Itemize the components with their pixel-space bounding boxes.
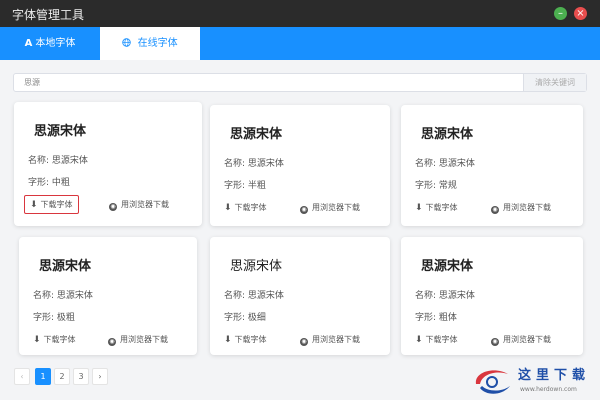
browser-icon: ◉ [491, 338, 499, 346]
browser-download-button[interactable]: ◉ 用浏览器下载 [491, 334, 551, 346]
download-icon: ⬇ [415, 203, 423, 213]
font-weight-row: 字形: 极细 [224, 313, 266, 323]
clear-keyword-button[interactable]: 清除关键词 [523, 74, 586, 91]
font-name-heading: 思源宋体 [230, 127, 283, 142]
browser-download-button[interactable]: ◉ 用浏览器下载 [491, 202, 551, 214]
download-font-button[interactable]: ⬇ 下载字体 [415, 334, 458, 345]
tab-local-fonts[interactable]: A 本地字体 [0, 27, 100, 60]
browser-download-button[interactable]: ◉ 用浏览器下载 [109, 199, 169, 211]
minimize-button[interactable]: – [554, 7, 567, 20]
download-label: 下载字体 [425, 335, 458, 344]
search-bar: 清除关键词 [13, 73, 587, 92]
close-button[interactable]: × [574, 7, 587, 20]
download-icon: ⬇ [415, 335, 423, 345]
font-card: 思源宋体 名称: 思源宋体 字形: 粗体 ⬇ 下载字体 ◉ 用浏览器下载 [401, 237, 583, 355]
title-bar: 字体管理工具 – × [0, 0, 600, 27]
font-weight-row: 字形: 中粗 [28, 178, 70, 188]
browser-icon: ◉ [108, 338, 116, 346]
download-icon: ⬇ [33, 335, 41, 345]
prev-page-button[interactable]: ‹ [14, 368, 30, 385]
browser-label: 用浏览器下载 [312, 203, 360, 212]
window-title: 字体管理工具 [12, 8, 85, 22]
browser-label: 用浏览器下载 [121, 200, 169, 209]
font-name-row: 名称: 思源宋体 [415, 291, 475, 301]
download-font-button[interactable]: ⬇ 下载字体 [33, 334, 76, 345]
font-name-heading: 思源宋体 [34, 124, 87, 139]
tab-label: 在线字体 [137, 38, 178, 49]
download-label: 下载字体 [234, 203, 267, 212]
font-name-heading: 思源宋体 [230, 259, 283, 274]
font-card: 思源宋体 名称: 思源宋体 字形: 常规 ⬇ 下载字体 ◉ 用浏览器下载 [401, 105, 583, 226]
browser-label: 用浏览器下载 [503, 335, 551, 344]
site-watermark: 这里下载 www.herdown.com [470, 362, 598, 398]
download-icon: ⬇ [224, 335, 232, 345]
browser-label: 用浏览器下载 [312, 335, 360, 344]
download-icon: ⬇ [224, 203, 232, 213]
page-button-1[interactable]: 1 [35, 368, 51, 385]
download-icon: ⬇ [30, 200, 38, 210]
font-card: 思源宋体 名称: 思源宋体 字形: 极粗 ⬇ 下载字体 ◉ 用浏览器下载 [19, 237, 197, 355]
browser-icon: ◉ [300, 206, 308, 214]
font-name-row: 名称: 思源宋体 [224, 291, 284, 301]
font-weight-row: 字形: 极粗 [33, 313, 75, 323]
download-font-button[interactable]: ⬇ 下载字体 [24, 195, 79, 214]
browser-label: 用浏览器下载 [503, 203, 551, 212]
font-card: 思源宋体 名称: 思源宋体 字形: 半粗 ⬇ 下载字体 ◉ 用浏览器下载 [210, 105, 390, 226]
download-font-button[interactable]: ⬇ 下载字体 [415, 202, 458, 213]
page-button-3[interactable]: 3 [73, 368, 89, 385]
font-card: 思源宋体 名称: 思源宋体 字形: 极细 ⬇ 下载字体 ◉ 用浏览器下载 [210, 237, 390, 355]
font-name-row: 名称: 思源宋体 [33, 291, 93, 301]
download-label: 下载字体 [40, 200, 73, 209]
watermark-url: www.herdown.com [520, 386, 577, 393]
next-page-button[interactable]: › [92, 368, 108, 385]
download-label: 下载字体 [425, 203, 458, 212]
watermark-text: 这里下载 [518, 368, 591, 383]
browser-icon: ◉ [300, 338, 308, 346]
globe-icon [122, 38, 134, 49]
font-icon: A [24, 38, 33, 49]
download-label: 下载字体 [234, 335, 267, 344]
tab-label: 本地字体 [35, 38, 76, 49]
browser-icon: ◉ [109, 203, 117, 211]
browser-download-button[interactable]: ◉ 用浏览器下载 [300, 334, 360, 346]
tab-bar: A 本地字体 在线字体 [0, 27, 600, 60]
browser-icon: ◉ [491, 206, 499, 214]
font-card: 思源宋体 名称: 思源宋体 字形: 中粗 ⬇ 下载字体 ◉ 用浏览器下载 [14, 102, 202, 226]
search-input[interactable] [24, 76, 504, 89]
font-weight-row: 字形: 半粗 [224, 181, 266, 191]
browser-download-button[interactable]: ◉ 用浏览器下载 [300, 202, 360, 214]
browser-label: 用浏览器下载 [120, 335, 168, 344]
page-button-2[interactable]: 2 [54, 368, 70, 385]
font-weight-row: 字形: 常规 [415, 181, 457, 191]
font-name-heading: 思源宋体 [39, 259, 92, 274]
download-font-button[interactable]: ⬇ 下载字体 [224, 334, 267, 345]
download-font-button[interactable]: ⬇ 下载字体 [224, 202, 267, 213]
browser-download-button[interactable]: ◉ 用浏览器下载 [108, 334, 168, 346]
font-name-row: 名称: 思源宋体 [224, 159, 284, 169]
tab-online-fonts[interactable]: 在线字体 [100, 27, 200, 60]
watermark-logo-icon [475, 370, 510, 394]
download-label: 下载字体 [43, 335, 76, 344]
font-weight-row: 字形: 粗体 [415, 313, 457, 323]
font-name-row: 名称: 思源宋体 [415, 159, 475, 169]
font-name-row: 名称: 思源宋体 [28, 156, 88, 166]
font-name-heading: 思源宋体 [421, 127, 474, 142]
font-name-heading: 思源宋体 [421, 259, 474, 274]
